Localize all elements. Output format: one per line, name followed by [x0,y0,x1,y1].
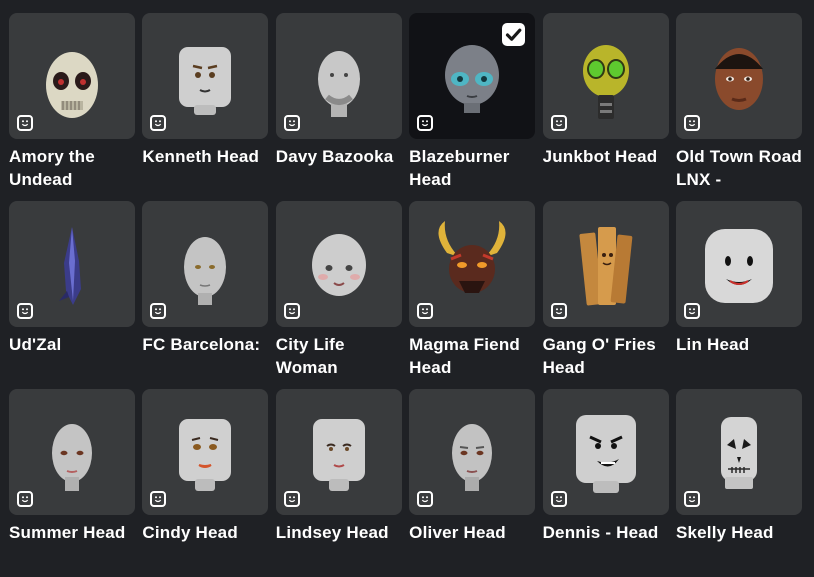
item-name[interactable]: Amory the Undead [9,145,135,191]
item-card[interactable]: Junkbot Head [542,13,669,201]
item-name[interactable]: Davy Bazooka [276,145,402,168]
item-name[interactable]: Oliver Head [409,521,535,544]
head-type-icon [683,303,700,319]
item-thumbnail[interactable] [675,201,802,327]
head-type-icon [417,303,434,319]
item-name[interactable]: Skelly Head [676,521,802,544]
head-type-icon [283,491,300,507]
head-type-icon [283,115,300,131]
item-thumbnail[interactable] [542,201,669,327]
item-name[interactable]: Lindsey Head [276,521,402,544]
item-thumbnail[interactable] [275,13,402,139]
item-card[interactable]: City Life Woman [275,201,402,389]
head-type-icon [550,491,567,507]
item-thumbnail[interactable] [275,201,402,327]
head-type-icon [17,115,33,131]
item-name[interactable]: Summer Head [9,521,135,544]
head-type-icon [150,491,167,507]
head-type-icon [683,115,700,131]
item-name[interactable]: Dennis - Head [543,521,669,544]
head-type-icon [150,303,167,319]
item-thumbnail[interactable] [142,201,269,327]
item-name[interactable]: Kenneth Head [142,145,268,168]
item-name[interactable]: Ud'Zal [9,333,135,356]
item-card[interactable]: Davy Bazooka [275,13,402,201]
head-type-icon [283,303,300,319]
item-thumbnail[interactable] [9,13,135,139]
item-card[interactable]: Blazeburner Head [409,13,536,201]
item-thumbnail[interactable] [409,201,536,327]
item-card[interactable]: Cindy Head [142,389,269,577]
head-type-icon [17,491,33,507]
head-type-icon [17,303,33,319]
item-thumbnail[interactable] [409,13,536,139]
item-name[interactable]: Magma Fiend Head [409,333,535,379]
item-card[interactable]: Oliver Head [409,389,536,577]
item-card[interactable]: FC Barcelona: [142,201,269,389]
item-card[interactable]: Dennis - Head [542,389,669,577]
item-name[interactable]: Gang O' Fries Head [543,333,669,379]
head-type-icon [683,491,700,507]
item-thumbnail[interactable] [409,389,536,515]
item-card[interactable]: Ud'Zal [9,201,135,389]
item-thumbnail[interactable] [675,13,802,139]
item-thumbnail[interactable] [142,13,269,139]
item-name[interactable]: Lin Head [676,333,802,356]
head-type-icon [150,115,167,131]
item-card[interactable]: Old Town Road LNX - [675,13,802,201]
item-name[interactable]: Old Town Road LNX - [676,145,802,191]
item-thumbnail[interactable] [275,389,402,515]
item-name[interactable]: Blazeburner Head [409,145,535,191]
head-type-icon [550,115,567,131]
item-name[interactable]: Junkbot Head [543,145,669,168]
checkmark-icon[interactable] [502,23,526,46]
item-thumbnail[interactable] [9,389,135,515]
item-card[interactable]: Magma Fiend Head [409,201,536,389]
item-name[interactable]: City Life Woman [276,333,402,379]
item-thumbnail[interactable] [142,389,269,515]
item-card[interactable]: Summer Head [9,389,135,577]
item-card[interactable]: Amory the Undead [9,13,135,201]
item-grid: Amory the Undead Kenneth Head Davy Bazoo… [9,13,802,577]
item-card[interactable]: Kenneth Head [142,13,269,201]
head-type-icon [550,303,567,319]
item-card[interactable]: Skelly Head [675,389,802,577]
item-card[interactable]: Lin Head [675,201,802,389]
item-thumbnail[interactable] [542,389,669,515]
item-card[interactable]: Lindsey Head [275,389,402,577]
item-thumbnail[interactable] [9,201,135,327]
item-name[interactable]: Cindy Head [142,521,268,544]
item-name[interactable]: FC Barcelona: [142,333,268,356]
item-card[interactable]: Gang O' Fries Head [542,201,669,389]
head-type-icon [417,115,434,131]
item-thumbnail[interactable] [542,13,669,139]
head-type-icon [417,491,434,507]
item-thumbnail[interactable] [675,389,802,515]
